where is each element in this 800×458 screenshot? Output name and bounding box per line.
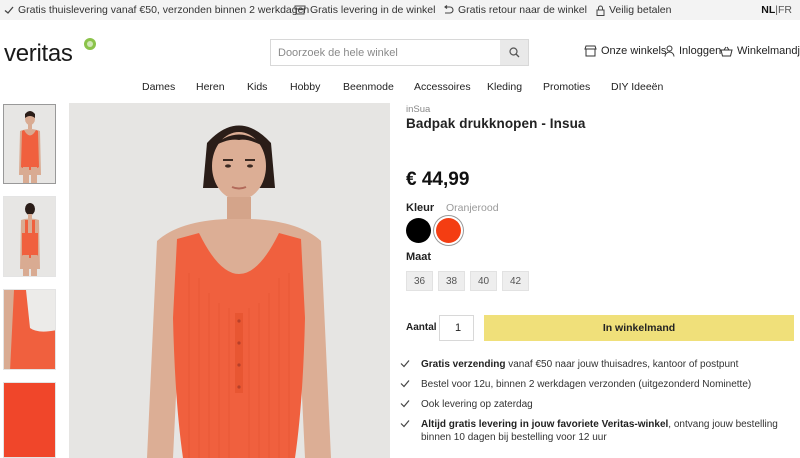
usp-row: Bestel voor 12u, binnen 2 werkdagen verz… [400,378,795,391]
search-icon [508,47,519,58]
usp-text: Gratis retour naar de winkel [458,4,587,16]
size-option-38[interactable]: 38 [438,271,465,291]
store-icon [294,5,306,15]
usp-text: Gratis levering in de winkel [310,4,436,16]
logo-mark [84,38,96,50]
search-input[interactable] [271,40,501,65]
nav-item-kids[interactable]: Kids [247,81,267,93]
check-icon [400,420,410,428]
thumbnail-fabric[interactable] [3,382,56,458]
product-price: € 44,99 [406,169,470,190]
lang-fr[interactable]: FR [778,4,792,16]
quantity-label: Aantal [406,322,437,333]
nav-item-diy[interactable]: DIY Ideeën [611,81,663,93]
basket-icon [720,46,733,56]
cart-link[interactable]: Winkelmandje [720,45,800,57]
usp-text: Bestel voor 12u, binnen 2 werkdagen verz… [421,379,752,390]
nav-item-dames[interactable]: Dames [142,81,175,93]
cart-label: Winkelmandje [737,45,800,57]
model-illustration [69,103,390,458]
product-thumbnail-image [19,111,41,183]
usp-text: Gratis thuislevering vanaf €50, verzonde… [18,4,310,16]
check-icon [400,360,410,368]
return-icon [444,5,454,14]
color-swatch-oranjerood[interactable] [436,218,461,243]
shipping-usp-list: Gratis verzending vanaf €50 naar jouw th… [400,358,795,451]
nav-item-heren[interactable]: Heren [196,81,225,93]
product-brand[interactable]: inSua [406,104,430,115]
usp-item: Gratis thuislevering vanaf €50, verzonde… [4,4,309,16]
thumbnail-front[interactable] [3,104,56,184]
language-switcher: NL|FR [761,4,792,16]
size-option-36[interactable]: 36 [406,271,433,291]
nav-item-promoties[interactable]: Promoties [543,81,590,93]
login-link[interactable]: Inloggen [664,45,721,57]
quantity-input[interactable] [439,315,474,341]
color-swatch-black[interactable] [406,218,431,243]
size-option-42[interactable]: 42 [502,271,529,291]
selected-color-name: Oranjerood [446,202,499,214]
check-icon [400,400,410,408]
thumbnail-back[interactable] [3,196,56,277]
login-label: Inloggen [679,45,722,57]
usp-item: Gratis levering in de winkel [294,4,435,16]
usp-bold: Gratis verzending [421,359,506,370]
check-icon [400,380,410,388]
usp-bold[interactable]: Altijd gratis levering in jouw favoriete… [421,419,668,430]
search-button[interactable] [500,40,528,65]
usp-text: vanaf €50 naar jouw thuisadres, kantoor … [505,359,739,370]
lock-icon [596,5,605,16]
usp-item: Veilig betalen [596,4,671,16]
usp-topbar: Gratis thuislevering vanaf €50, verzonde… [0,0,800,20]
usp-row: Gratis verzending vanaf €50 naar jouw th… [400,358,795,371]
store-icon [584,45,597,57]
check-icon [4,6,14,14]
product-main-image[interactable] [69,103,390,458]
product-title: Badpak drukknopen - Insua [406,116,586,131]
product-thumbnail-image [20,203,40,276]
size-label: Maat [406,251,432,263]
nav-item-kleding[interactable]: Kleding [487,81,522,93]
usp-row: Ook levering op zaterdag [400,398,795,411]
size-option-40[interactable]: 40 [470,271,497,291]
color-label: Kleur [406,202,435,214]
usp-item: Gratis retour naar de winkel [443,4,587,16]
add-to-cart-button[interactable]: In winkelmand [484,315,794,341]
search-box [270,39,529,66]
stores-label: Onze winkels [601,45,667,57]
nav-item-hobby[interactable]: Hobby [290,81,320,93]
veritas-logo[interactable]: veritas [4,40,73,68]
product-thumbnail-image [4,290,55,369]
user-icon [664,45,675,57]
thumbnail-detail-strap[interactable] [3,289,56,370]
usp-row: Altijd gratis levering in jouw favoriete… [400,418,795,444]
usp-text: Veilig betalen [609,4,672,16]
lang-nl[interactable]: NL [761,4,775,16]
stores-link[interactable]: Onze winkels [584,45,666,57]
nav-item-accessoires[interactable]: Accessoires [414,81,471,93]
nav-item-beenmode[interactable]: Beenmode [343,81,394,93]
usp-text: Ook levering op zaterdag [421,399,533,410]
main-nav: Dames Heren Kids Hobby Beenmode Accessoi… [0,81,800,95]
